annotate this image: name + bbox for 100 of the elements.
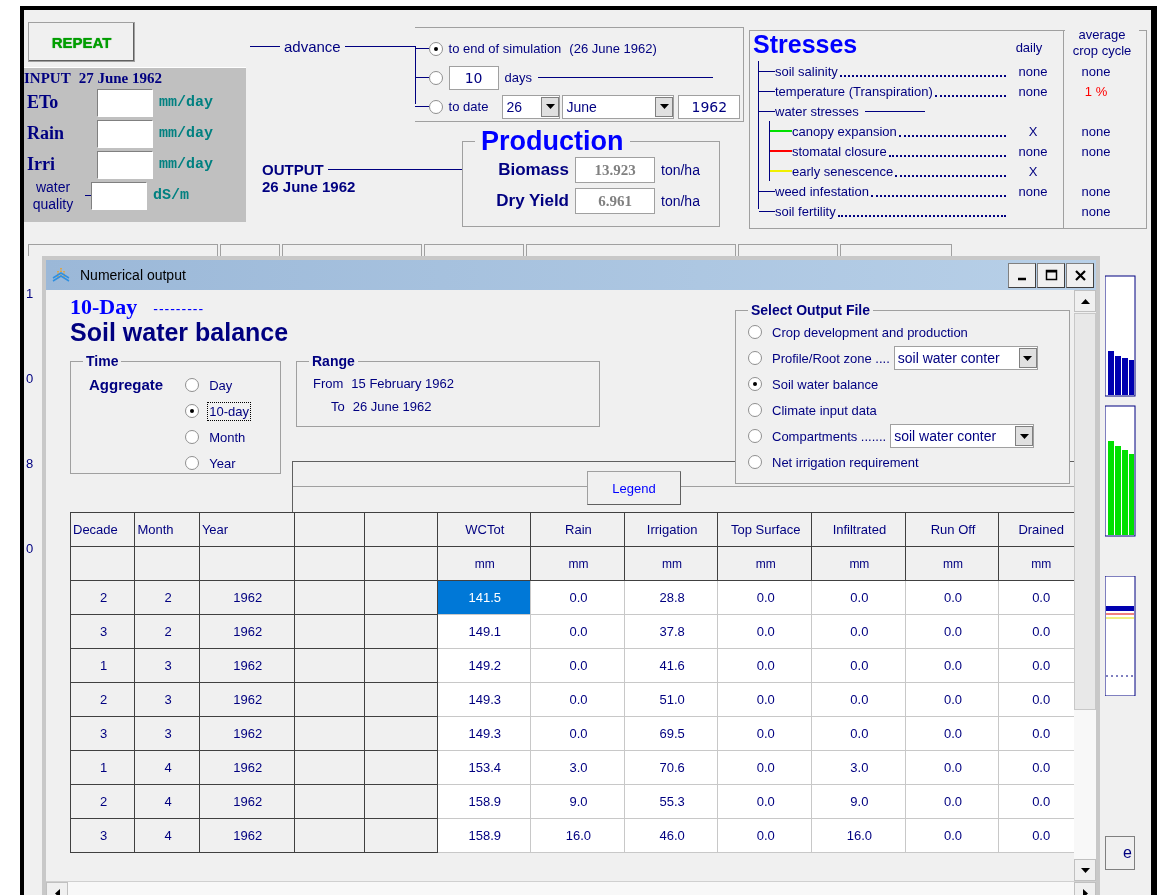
period-title: 10-Day: [70, 294, 138, 320]
unit-header: mm: [530, 546, 625, 581]
average-value: 1 %: [1083, 83, 1109, 99]
column-header: Irrigation: [624, 512, 718, 547]
axis-label: 8: [26, 456, 35, 471]
table-cell: 1962: [199, 716, 294, 751]
output-title: OUTPUT: [262, 161, 324, 178]
table-cell: 4: [134, 818, 200, 853]
table-cell: 0.0: [905, 750, 999, 785]
unit-header: mm: [811, 546, 906, 581]
table-cell: 0.0: [905, 784, 999, 819]
table-cell: 1962: [199, 784, 294, 819]
table-cell: 1962: [199, 648, 294, 683]
unit-header: mm: [437, 546, 531, 581]
option-label: Crop development and production: [772, 324, 968, 340]
table-cell: 0.0: [717, 614, 812, 649]
variable-dropdown[interactable]: soil water conter: [890, 424, 1035, 448]
daily-value: none: [1017, 63, 1049, 79]
table-cell: 0.0: [530, 580, 625, 615]
table-cell: 0.0: [530, 614, 625, 649]
table-cell: 0.0: [998, 682, 1074, 717]
table-cell: 0.0: [998, 784, 1074, 819]
table-cell: 3: [70, 614, 135, 649]
table-cell: 3: [70, 716, 135, 751]
option-label: Year: [209, 455, 236, 471]
range-date: 15 February 1962: [351, 376, 454, 393]
column-header: Top Surface: [717, 512, 812, 547]
table-cell: 149.2: [437, 648, 531, 683]
month-dropdown[interactable]: June: [562, 94, 675, 119]
input-date: 27 June 1962: [78, 70, 162, 87]
table-cell: 0.0: [811, 648, 906, 683]
option-label: to end of simulation: [448, 41, 562, 56]
stress-label: early senescence: [792, 163, 894, 179]
table-cell: 149.3: [437, 682, 531, 717]
unit-label: mm/day: [159, 156, 213, 173]
average-value: none: [1080, 63, 1112, 79]
table-cell: 0.0: [530, 716, 625, 751]
table-cell: 0.0: [998, 580, 1074, 615]
table-cell: 1962: [199, 818, 294, 853]
daily-value: X: [1027, 163, 1039, 179]
table-cell: 4: [134, 750, 200, 785]
input-title: INPUT: [24, 70, 71, 87]
table-cell: 0.0: [811, 614, 906, 649]
table-cell: 0.0: [717, 716, 812, 751]
column-header: Run Off: [905, 512, 999, 547]
table-cell: 2: [134, 614, 200, 649]
table-cell: 149.1: [437, 614, 531, 649]
legend-button[interactable]: Legend: [587, 471, 681, 505]
table-cell: 0.0: [905, 580, 999, 615]
table-cell: 4: [134, 784, 200, 819]
result-field: 13.923: [575, 157, 655, 183]
window-title: Numerical output: [80, 267, 187, 283]
option-label: days: [504, 70, 533, 85]
range-label: From: [313, 376, 344, 393]
table-cell: 0.0: [905, 818, 999, 853]
table-cell: 153.4: [437, 750, 531, 785]
table-cell: 2: [134, 580, 200, 615]
unit-header: mm: [624, 546, 718, 581]
table-cell: 51.0: [624, 682, 718, 717]
axis-label: 0: [26, 541, 35, 556]
average-value: none: [1080, 143, 1112, 159]
unit-label: mm/day: [159, 94, 213, 111]
year-field[interactable]: 1962: [678, 94, 741, 119]
table-cell: 0.0: [905, 614, 999, 649]
side-button[interactable]: e: [1105, 836, 1135, 870]
table-cell: 1962: [199, 750, 294, 785]
average-value: none: [1080, 203, 1112, 219]
option-label: Soil water balance: [772, 376, 879, 392]
end-date: (26 June 1962): [569, 41, 657, 56]
option-label: Net irrigation requirement: [772, 454, 919, 470]
unit-label: ton/ha: [661, 162, 701, 178]
stress-label: temperature (Transpiration): [775, 83, 933, 99]
table-cell: 149.3: [437, 716, 531, 751]
average-value: none: [1080, 183, 1112, 199]
table-cell: 2: [70, 580, 135, 615]
table-cell: 1962: [199, 682, 294, 717]
variable-dropdown[interactable]: soil water conter: [893, 346, 1038, 370]
stress-label: canopy expansion: [792, 123, 897, 139]
table-cell: 16.0: [530, 818, 625, 853]
column-header: Year: [199, 512, 294, 547]
option-label: Climate input data: [772, 402, 877, 418]
days-field[interactable]: 10: [448, 65, 499, 90]
day-dropdown[interactable]: 26: [502, 94, 561, 119]
table-cell: 0.0: [717, 750, 812, 785]
table-cell: 0.0: [998, 614, 1074, 649]
unit-label: mm/day: [159, 125, 213, 142]
column-header: Rain: [530, 512, 625, 547]
group-title: Range: [309, 353, 358, 369]
table-cell: 158.9: [437, 784, 531, 819]
output-heading: Soil water balance: [70, 318, 290, 347]
field-label: Irri: [26, 154, 56, 175]
axis-label: 1: [26, 286, 35, 301]
average-value: none: [1080, 123, 1112, 139]
output-date: 26 June 1962: [262, 178, 357, 195]
table-cell: 141.5: [437, 580, 531, 615]
table-cell: 9.0: [530, 784, 625, 819]
table-cell: 2: [70, 784, 135, 819]
stress-label: weed infestation: [775, 183, 869, 199]
table-cell: 70.6: [624, 750, 718, 785]
daily-value: none: [1017, 83, 1049, 99]
